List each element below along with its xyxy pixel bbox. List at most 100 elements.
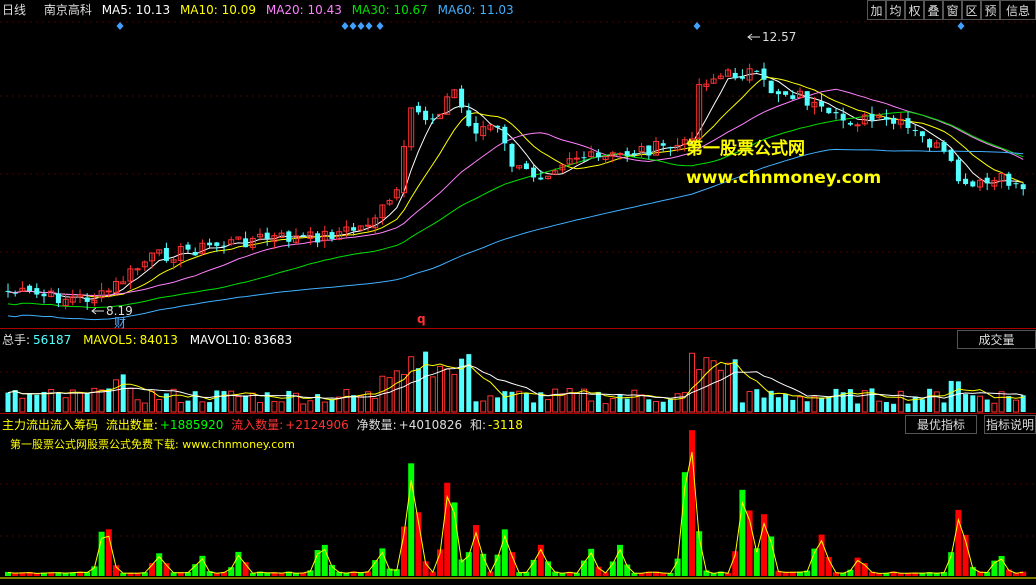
volume-bar [963, 394, 969, 412]
candle-body [970, 181, 976, 187]
volume-bar [653, 401, 659, 413]
candle-body [955, 159, 961, 182]
volume-bar [207, 402, 213, 412]
volume-bar [84, 392, 90, 412]
volume-bar [588, 400, 595, 413]
volume-bar [55, 392, 61, 412]
candle-body [573, 157, 580, 160]
candle-body [631, 153, 637, 155]
candle-body [624, 151, 630, 156]
volume-bar [77, 391, 83, 413]
indicator-help-button[interactable]: 指标说明 [984, 415, 1036, 434]
volume-bar [811, 395, 818, 413]
candle-body [423, 110, 429, 121]
volume-bar [905, 403, 911, 412]
candle-body [315, 233, 321, 243]
best-indicator-button[interactable]: 最优指标 [905, 415, 977, 434]
candle-body [1020, 184, 1026, 190]
volume-indicator-button[interactable]: 成交量 [957, 330, 1036, 349]
candle-body [509, 143, 515, 167]
candle-body [538, 177, 544, 180]
volume-bar [386, 377, 393, 413]
candle-body [185, 244, 191, 250]
sum-key: 和: [469, 418, 487, 432]
inflow-key: 流入数量: [231, 418, 284, 432]
volume-bar [357, 395, 364, 413]
candle-body [847, 122, 853, 125]
volume-bar [761, 397, 767, 412]
volume-bar [185, 400, 191, 412]
candle-body [833, 112, 839, 114]
event-diamond [693, 22, 701, 30]
indicator-panel-header: 主力流出流入筹码 流出数量: +1885920 流入数量: +2124906 净数量… [2, 416, 523, 433]
volume-bar [149, 390, 155, 413]
candle-body [768, 80, 774, 94]
volume-bar [933, 391, 940, 413]
volume-bar [660, 401, 666, 412]
volume-bar [869, 388, 875, 412]
volume-bar [545, 399, 551, 413]
volume-bar [638, 394, 645, 413]
volume-bar [861, 390, 868, 413]
candle-body [984, 177, 990, 184]
volume-bar [192, 391, 198, 412]
event-diamond [116, 22, 124, 30]
candle-body [761, 68, 767, 80]
volume-bar [120, 374, 126, 412]
candle-body [840, 113, 846, 121]
volume-bar [221, 391, 227, 412]
volume-bar [12, 390, 18, 412]
volume-bar [783, 394, 789, 412]
candle-body [415, 105, 421, 113]
volume-bar [27, 393, 33, 412]
volume-bar [480, 400, 487, 413]
watermark-title: 第一股票公式网 [686, 139, 805, 159]
candle-body [41, 293, 47, 297]
volume-bar [214, 390, 220, 412]
volume-bar [393, 370, 400, 413]
volume-bar [495, 397, 501, 412]
high-price-label: 12.57 [762, 30, 797, 44]
grid-lines [0, 21, 1036, 537]
volume-bar [703, 357, 710, 413]
volume-bar [415, 368, 421, 412]
indicator-name: 主力流出流入筹码 [2, 418, 99, 432]
candle-body [826, 107, 832, 114]
volume-bar [941, 402, 947, 412]
candle-body [286, 231, 292, 242]
volume-bar [170, 388, 177, 413]
candle-body [927, 139, 933, 148]
event-diamond [957, 22, 965, 30]
volume-bar [228, 390, 235, 413]
volume-bar [473, 401, 479, 412]
volume-bar [531, 402, 537, 412]
event-diamond [349, 22, 357, 30]
volume-bar [163, 393, 169, 412]
kline-chart-canvas[interactable] [0, 0, 1036, 585]
event-diamond [341, 22, 349, 30]
event-diamonds [116, 22, 965, 30]
candle-body [523, 163, 529, 170]
event-diamond [365, 22, 373, 30]
volume-bar [689, 352, 695, 413]
volume-bar [927, 388, 933, 412]
candle-body [739, 76, 745, 79]
candle-body [243, 238, 249, 248]
volume-bar [423, 351, 429, 412]
candle-body [264, 232, 270, 239]
candle-body [27, 285, 33, 291]
candle-body [948, 149, 954, 161]
volume-bar [321, 401, 328, 413]
volume-bar [552, 388, 559, 413]
candle-body [963, 178, 969, 185]
volume-bar [487, 395, 494, 413]
volume-bar [739, 402, 745, 412]
net-value: +4010826 [398, 418, 463, 432]
volume-bar [984, 399, 990, 412]
candle-body [891, 117, 897, 124]
volume-bar [329, 399, 335, 412]
finance-badge[interactable]: 财 [114, 314, 126, 331]
volume-bar [429, 376, 436, 413]
volume-bar [573, 392, 580, 413]
volume-bar [919, 399, 925, 412]
